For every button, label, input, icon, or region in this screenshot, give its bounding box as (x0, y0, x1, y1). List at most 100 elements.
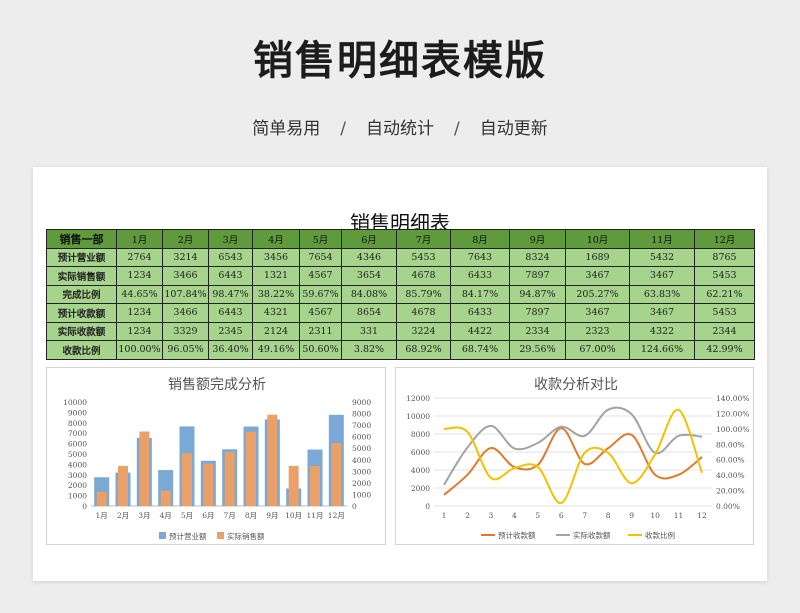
y2-tick-label: 0.00% (716, 502, 740, 511)
x-tick-label: 5月 (181, 511, 193, 520)
bar-actual (310, 465, 320, 506)
month-header: 7月 (396, 229, 451, 249)
table-cell: 1321 (252, 266, 300, 286)
y-tick-label: 10000 (63, 398, 87, 407)
table-cell: 4422 (450, 321, 510, 341)
preview-card: 销售明细表 销售一部 1月 2月 3月 4月 5月 6月 7月 8月 9月 10月 11月 12月 预计营… (33, 167, 767, 581)
x-tick-label: 9 (629, 511, 634, 520)
table-cell: 3466 (162, 266, 209, 286)
row-label: 收款比例 (46, 340, 117, 360)
table-row: 预计营业额 2764 3214 6543 3456 7654 4346 5453 7643 832… (46, 247, 755, 267)
table-row: 预计收款额 1234 3466 6443 4321 4567 8654 4678 6433 789… (46, 303, 755, 323)
series-line-2 (443, 408, 703, 505)
line-chart-svg: 收款分析对比 0 2000 4000 6000 8000 10000 12000 0.00% 20… (406, 377, 749, 540)
table-cell: 6443 (208, 266, 253, 286)
month-header: 12月 (694, 229, 755, 249)
bar-actual (160, 490, 171, 506)
x-tick-label: 3 (489, 511, 494, 520)
table-cell: 4567 (299, 266, 342, 286)
table-cell: 36.40% (208, 340, 253, 360)
y-tick-label: 12000 (406, 394, 430, 403)
table-header-row: 销售一部 1月 2月 3月 4月 5月 6月 7月 8月 9月 10月 11月 12月 (46, 229, 755, 249)
table-cell: 3467 (629, 303, 695, 323)
x-tick-label: 5 (535, 511, 540, 520)
table-cell: 3654 (341, 266, 397, 286)
x-tick-label: 6 (559, 511, 564, 520)
x-tick-label: 9月 (266, 511, 278, 520)
legend-label: 收款比例 (645, 530, 675, 540)
legend-label: 预计收款额 (498, 530, 536, 540)
y2-tick-label: 120.00% (716, 409, 749, 418)
table-cell: 84.17% (450, 284, 510, 304)
table-row: 完成比例 44.65% 107.84% 98.47% 38.22% 59.67% 84.08… (46, 284, 755, 304)
month-header: 3月 (208, 229, 253, 249)
bar-actual (267, 414, 278, 506)
table-cell: 42.99% (694, 340, 755, 360)
table-cell: 7643 (450, 247, 510, 267)
y-tick-label: 1000 (68, 492, 87, 501)
table-cell: 6443 (208, 303, 253, 323)
y-tick-label: 9000 (68, 408, 87, 417)
table-cell: 63.83% (629, 284, 695, 304)
table-cell: 107.84% (162, 284, 209, 304)
table-cell: 29.56% (509, 340, 566, 360)
y-tick-label: 4000 (411, 466, 430, 475)
table-cell: 2323 (565, 321, 630, 341)
legend-label: 实际销售额 (227, 531, 265, 541)
bar-actual (139, 431, 150, 506)
legend-label: 实际收款额 (573, 530, 611, 540)
y-tick-label: 3000 (68, 471, 87, 480)
x-tick-label: 2月 (117, 511, 129, 520)
x-tick-label: 2 (465, 511, 470, 520)
y2-tick-label: 80.00% (716, 440, 745, 449)
separator: / (340, 119, 346, 139)
y2-tick-label: 6000 (352, 433, 371, 442)
y-tick-label: 0 (82, 502, 87, 511)
table-cell: 6433 (450, 266, 510, 286)
y-tick-label: 4000 (68, 460, 87, 469)
table-cell: 4678 (396, 266, 451, 286)
table-cell: 59.67% (299, 284, 342, 304)
month-header: 8月 (450, 229, 510, 249)
page-subtitle: 简单易用 / 自动统计 / 自动更新 (0, 114, 800, 139)
x-tick-label: 10月 (285, 511, 302, 520)
month-header: 5月 (299, 229, 342, 249)
table-cell: 3467 (565, 303, 630, 323)
table-cell: 5453 (396, 247, 451, 267)
y-tick-label: 6000 (411, 448, 430, 457)
y2-tick-label: 7000 (352, 421, 371, 430)
row-label: 预计营业额 (46, 247, 117, 267)
y-tick-label: 8000 (68, 419, 87, 428)
table-cell: 1689 (565, 247, 630, 267)
month-header: 11月 (629, 229, 695, 249)
table-cell: 8765 (694, 247, 755, 267)
y2-tick-label: 60.00% (716, 456, 745, 465)
table-row: 实际销售额 1234 3466 6443 1321 4567 3654 4678 6433 789… (46, 266, 755, 286)
table-cell: 6543 (208, 247, 253, 267)
x-tick-label: 1 (442, 511, 447, 520)
x-tick-label: 8 (606, 511, 611, 520)
y2-tick-label: 9000 (352, 398, 371, 407)
bar-actual (118, 465, 128, 506)
table-cell: 8654 (341, 303, 397, 323)
y2-tick-label: 4000 (352, 456, 371, 465)
table-cell: 2345 (208, 321, 253, 341)
table-cell: 3456 (252, 247, 300, 267)
bar-actual (246, 431, 256, 506)
table-cell: 98.47% (208, 284, 253, 304)
table-cell: 50.60% (299, 340, 342, 360)
table-cell: 6433 (450, 303, 510, 323)
x-tick-label: 12月 (328, 511, 345, 520)
table-cell: 62.21% (694, 284, 755, 304)
table-cell: 1234 (116, 321, 163, 341)
row-label: 实际收款额 (46, 321, 117, 341)
table-cell: 331 (341, 321, 397, 341)
table-cell: 3224 (396, 321, 451, 341)
bar-actual (182, 453, 192, 506)
table-cell: 84.08% (341, 284, 397, 304)
table-cell: 49.16% (252, 340, 300, 360)
table-cell: 4567 (299, 303, 342, 323)
y2-tick-label: 2000 (352, 479, 371, 488)
table-row: 收款比例 100.00% 96.05% 36.40% 49.16% 50.60% 3.82%… (46, 340, 755, 360)
x-tick-label: 7 (582, 511, 587, 520)
